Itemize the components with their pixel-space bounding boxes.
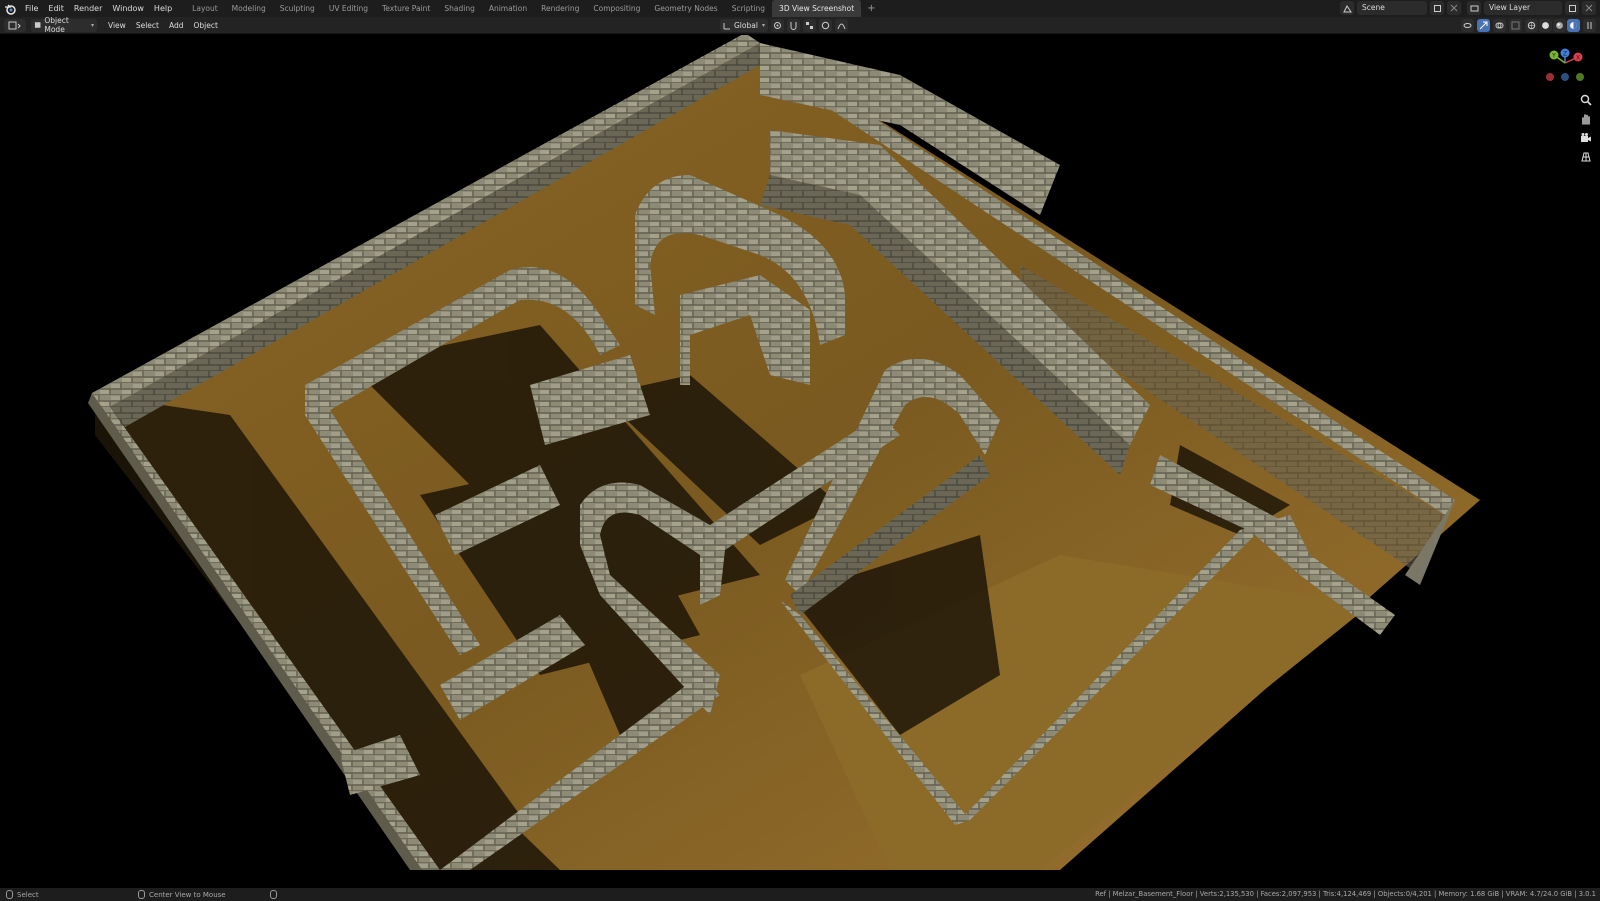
gizmo-neg-z-axis[interactable]	[1561, 73, 1569, 81]
tab-compositing[interactable]: Compositing	[586, 0, 647, 17]
zoom-icon[interactable]	[1577, 91, 1594, 108]
object-mode-label: Object Mode	[44, 16, 69, 34]
sidebar-toggle-icon[interactable]	[1583, 19, 1596, 32]
status-select-label: Select	[17, 890, 39, 899]
viewport-header: Object Mode ▾ View Select Add Object Glo…	[0, 16, 1600, 34]
snap-icon[interactable]	[787, 19, 800, 32]
snap-target-icon[interactable]	[803, 19, 816, 32]
gizmo-z-label: Z	[1563, 51, 1567, 58]
gizmo-neg-y-axis[interactable]	[1576, 73, 1584, 81]
tab-uv-editing[interactable]: UV Editing	[322, 0, 375, 17]
tab-shading[interactable]: Shading	[437, 0, 481, 17]
editor-type-icon[interactable]	[4, 18, 26, 32]
xray-icon[interactable]	[1509, 19, 1522, 32]
menu-object[interactable]: Object	[188, 17, 222, 34]
close-scene-icon[interactable]	[1447, 1, 1461, 15]
scene-controls: Scene View Layer	[1340, 1, 1596, 15]
pivot-icon[interactable]	[771, 19, 784, 32]
gizmo-y-label: Y	[1551, 53, 1556, 60]
status-right-hint	[270, 890, 277, 899]
status-center-view-label: Center View to Mouse	[149, 890, 226, 899]
tab-scripting[interactable]: Scripting	[725, 0, 772, 17]
shading-mode-group	[1525, 19, 1580, 32]
visibility-icon[interactable]	[1461, 19, 1474, 32]
close-view-layer-icon[interactable]	[1582, 1, 1596, 15]
tab-layout[interactable]: Layout	[185, 0, 225, 17]
gizmo-neg-x-axis[interactable]	[1546, 73, 1554, 81]
top-bar: File Edit Render Window Help Layout Mode…	[0, 0, 1600, 17]
shading-wireframe-icon[interactable]	[1525, 19, 1538, 32]
navigation-gizmo[interactable]: X Y Z	[1544, 43, 1586, 85]
menu-select[interactable]: Select	[131, 17, 164, 34]
view-layer-icon[interactable]	[1467, 1, 1481, 15]
mouse-left-icon	[6, 890, 13, 899]
object-mode-dropdown[interactable]: Object Mode ▾	[31, 16, 97, 34]
scene-name-field[interactable]: Scene	[1357, 1, 1427, 15]
chevron-down-icon: ▾	[90, 21, 94, 29]
status-bar: Select Center View to Mouse Ref | Melzar…	[0, 888, 1600, 901]
mouse-right-icon	[270, 890, 277, 899]
transform-tools: Global ▾	[720, 19, 848, 32]
scene-selector: Scene	[1340, 1, 1461, 15]
menu-add[interactable]: Add	[164, 17, 189, 34]
falloff-icon[interactable]	[835, 19, 848, 32]
transform-orientation-dropdown[interactable]: Global ▾	[720, 19, 768, 32]
tab-3d-view-screenshot[interactable]: 3D View Screenshot	[772, 0, 862, 17]
tab-modeling[interactable]: Modeling	[225, 0, 273, 17]
view-layer-name-field[interactable]: View Layer	[1484, 1, 1562, 15]
new-scene-icon[interactable]	[1430, 1, 1444, 15]
status-left-hint: Select	[6, 890, 39, 899]
mouse-middle-icon	[138, 890, 145, 899]
transform-orientation-icon	[723, 22, 730, 29]
perspective-grid-icon[interactable]	[1577, 148, 1594, 165]
chevron-down-icon: ▾	[761, 22, 765, 29]
workspace-tabs: Layout Modeling Sculpting UV Editing Tex…	[185, 0, 881, 17]
menu-view[interactable]: View	[103, 17, 131, 34]
transform-orientation-label: Global	[734, 21, 758, 30]
3d-viewport[interactable]: X Y Z	[0, 35, 1600, 888]
camera-icon[interactable]	[1577, 129, 1594, 146]
viewport-menus: View Select Add Object	[103, 17, 223, 34]
menu-window[interactable]: Window	[107, 0, 149, 17]
scene-render[interactable]	[0, 35, 1600, 888]
menu-render[interactable]: Render	[69, 0, 107, 17]
main-menu: File Edit Render Window Help	[20, 0, 177, 17]
object-mode-icon	[34, 22, 41, 28]
shading-material-icon[interactable]	[1553, 19, 1566, 32]
overlay-icon[interactable]	[1493, 19, 1506, 32]
tab-sculpting[interactable]: Sculpting	[273, 0, 322, 17]
scene-statistics: Ref | Melzar_Basement_Floor | Verts:2,13…	[1095, 890, 1596, 898]
shading-solid-icon[interactable]	[1539, 19, 1552, 32]
scene-icon[interactable]	[1340, 1, 1354, 15]
pan-hand-icon[interactable]	[1577, 110, 1594, 127]
tab-texture-paint[interactable]: Texture Paint	[375, 0, 437, 17]
new-view-layer-icon[interactable]	[1565, 1, 1579, 15]
blender-logo-icon[interactable]	[0, 0, 20, 17]
proportional-edit-icon[interactable]	[819, 19, 832, 32]
tab-animation[interactable]: Animation	[482, 0, 534, 17]
gizmo-x-label: X	[1576, 55, 1580, 62]
shading-rendered-icon[interactable]	[1567, 19, 1580, 32]
menu-help[interactable]: Help	[149, 0, 177, 17]
menu-edit[interactable]: Edit	[43, 0, 69, 17]
tab-rendering[interactable]: Rendering	[534, 0, 586, 17]
view-layer-selector: View Layer	[1467, 1, 1596, 15]
add-workspace-button[interactable]: +	[861, 0, 881, 17]
gizmo-toggle-icon[interactable]	[1477, 19, 1490, 32]
display-tools	[1461, 19, 1596, 32]
menu-file[interactable]: File	[20, 0, 43, 17]
tab-geometry-nodes[interactable]: Geometry Nodes	[647, 0, 724, 17]
status-middle-hint: Center View to Mouse	[138, 890, 226, 899]
